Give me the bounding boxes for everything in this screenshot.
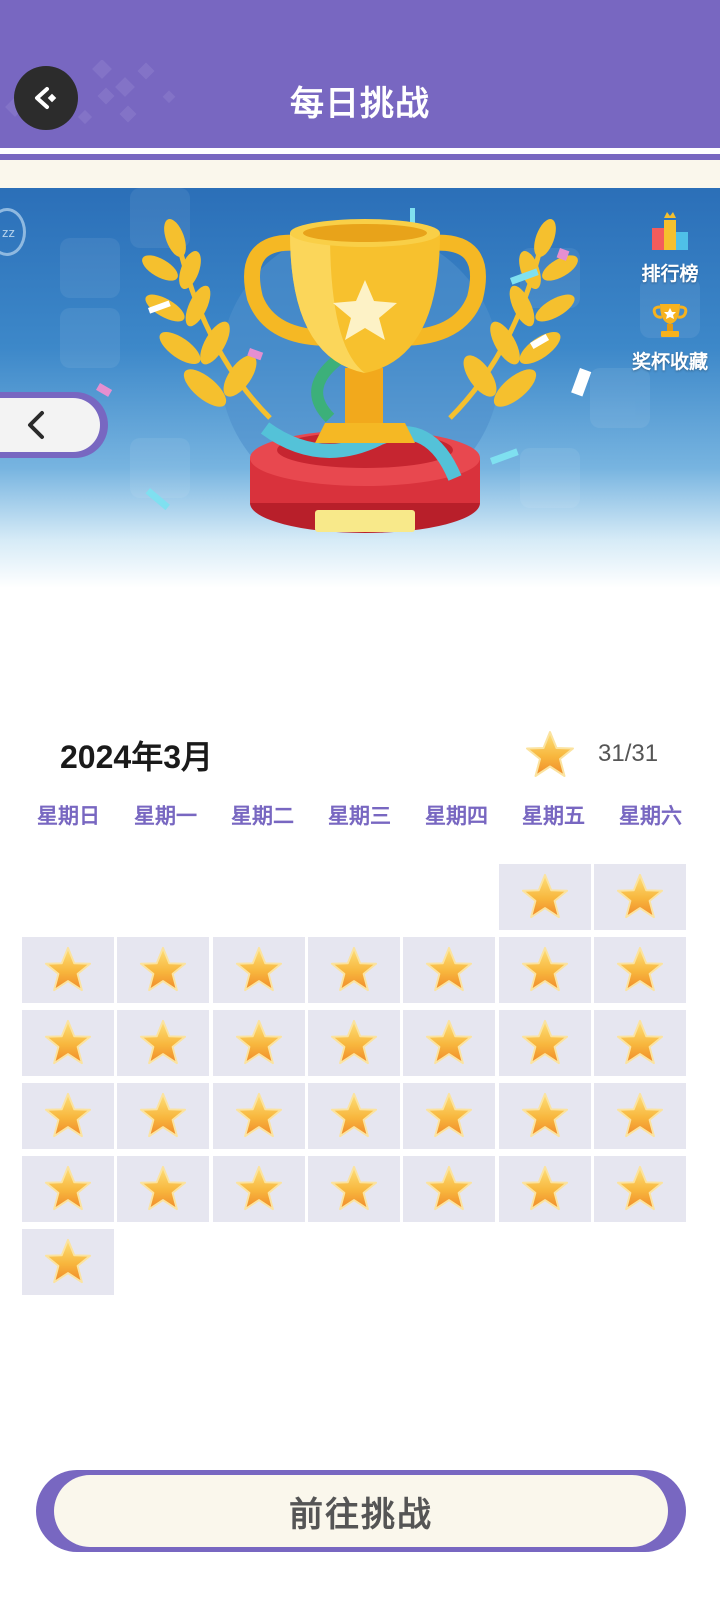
weekday-label: 星期二 [231, 805, 294, 828]
star-icon [616, 1019, 664, 1065]
calendar-day-cell[interactable] [499, 864, 591, 930]
calendar-day-cell[interactable] [594, 1156, 686, 1222]
calendar-day-cell[interactable] [308, 1156, 400, 1222]
weekday-header: 星期日 星期一 星期二 星期三 星期四 星期五 星期六 [20, 800, 700, 832]
star-icon [526, 731, 574, 777]
weekday-label: 星期一 [134, 805, 197, 828]
podium-icon [652, 212, 688, 250]
calendar-day-cell[interactable] [117, 1010, 209, 1076]
chevron-left-icon [28, 411, 44, 439]
weekday-label: 星期五 [522, 805, 585, 828]
star-icon [235, 1092, 283, 1138]
cta-frame: 前往挑战 [36, 1470, 686, 1552]
star-icon [425, 1165, 473, 1211]
star-icon [521, 1092, 569, 1138]
calendar-day-cell[interactable] [22, 1156, 114, 1222]
star-icon [521, 1165, 569, 1211]
calendar-day-cell[interactable] [117, 937, 209, 1003]
star-icon [139, 1019, 187, 1065]
app-header: 每日挑战 [0, 0, 720, 148]
calendar-day-cell[interactable] [308, 1083, 400, 1149]
calendar-day-cell[interactable] [213, 1010, 305, 1076]
star-icon [44, 1165, 92, 1211]
star-icon [235, 946, 283, 992]
previous-month-button[interactable] [0, 392, 108, 458]
calendar-day-cell[interactable] [117, 1156, 209, 1222]
weekday-label: 星期六 [619, 805, 682, 828]
calendar-day-cell[interactable] [499, 1156, 591, 1222]
calendar-day-cell[interactable] [213, 1156, 305, 1222]
weekday-label: 星期三 [328, 805, 391, 828]
star-icon [425, 1092, 473, 1138]
star-icon [330, 1019, 378, 1065]
calendar-day-cell[interactable] [22, 1083, 114, 1149]
star-icon [521, 946, 569, 992]
star-icon [616, 946, 664, 992]
calendar-day-cell[interactable] [594, 1010, 686, 1076]
stars-progress: 31/31 [598, 740, 659, 767]
calendar-day-cell[interactable] [22, 1010, 114, 1076]
calendar-day-cell[interactable] [308, 1010, 400, 1076]
calendar-day-cell[interactable] [22, 937, 114, 1003]
calendar-day-cell[interactable] [499, 1083, 591, 1149]
calendar-day-cell[interactable] [499, 1010, 591, 1076]
header-strip [0, 160, 720, 188]
calendar-day-cell[interactable] [403, 1010, 495, 1076]
calendar-day-cell[interactable] [594, 864, 686, 930]
star-icon [521, 1019, 569, 1065]
calendar-day-cell[interactable] [403, 937, 495, 1003]
star-icon [139, 1165, 187, 1211]
month-label: 2024年3月 [60, 739, 213, 775]
star-icon [44, 1092, 92, 1138]
trophy-illustration [60, 188, 700, 533]
calendar-day-cell[interactable] [594, 1083, 686, 1149]
calendar-day-cell[interactable] [213, 937, 305, 1003]
star-icon [235, 1165, 283, 1211]
start-challenge-button[interactable]: 前往挑战 [54, 1475, 668, 1547]
star-icon [139, 946, 187, 992]
star-icon [616, 1092, 664, 1138]
weekday-label: 星期日 [37, 805, 100, 828]
calendar-day-cell[interactable] [308, 937, 400, 1003]
star-icon [235, 1019, 283, 1065]
calendar-day-cell[interactable] [499, 937, 591, 1003]
star-icon [44, 946, 92, 992]
calendar-day-cell[interactable] [594, 937, 686, 1003]
leaderboard-button[interactable]: 排行榜 [625, 212, 715, 286]
weekday-label: 星期四 [425, 805, 488, 828]
trophy-collection-label: 奖杯收藏 [631, 352, 708, 373]
trophy-icon [652, 304, 688, 337]
calendar-day-cell[interactable] [22, 1229, 114, 1295]
star-icon [330, 946, 378, 992]
star-icon [330, 1165, 378, 1211]
star-icon [521, 873, 569, 919]
star-icon [44, 1238, 92, 1284]
trophy-banner [0, 188, 720, 588]
trophy-collection-button[interactable]: 奖杯收藏 [625, 300, 715, 374]
calendar-day-cell[interactable] [403, 1083, 495, 1149]
star-icon [425, 946, 473, 992]
star-icon [44, 1019, 92, 1065]
star-icon [330, 1092, 378, 1138]
calendar-day-cell[interactable] [403, 1156, 495, 1222]
star-icon [616, 873, 664, 919]
leaderboard-label: 排行榜 [641, 264, 699, 285]
star-icon [425, 1019, 473, 1065]
calendar-day-cell[interactable] [117, 1083, 209, 1149]
calendar-day-cell[interactable] [213, 1083, 305, 1149]
page-title: 每日挑战 [290, 85, 430, 123]
star-icon [139, 1092, 187, 1138]
star-icon [616, 1165, 664, 1211]
